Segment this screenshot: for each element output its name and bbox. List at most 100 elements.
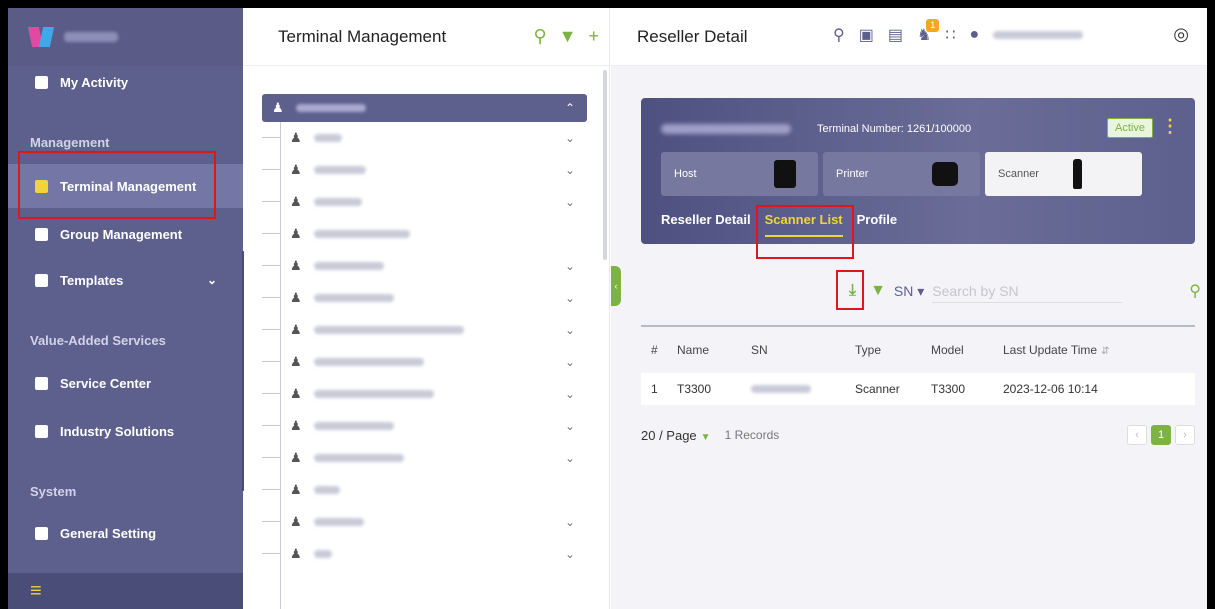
filter-icon[interactable]: ▼ [559, 26, 577, 47]
brand-logo-icon [27, 25, 55, 49]
sort-icon[interactable]: ⇵ [1101, 346, 1109, 357]
tree-node[interactable]: ♟ ⌄ [262, 506, 587, 538]
tree-node[interactable]: ♟ ⌄ [262, 250, 587, 282]
page-number[interactable]: 1 [1151, 425, 1171, 445]
page-size-select[interactable]: 20 / Page ▼ [641, 428, 711, 443]
user-group-icon: ♟ [290, 226, 302, 241]
table-row[interactable]: 1 T3300 Scanner T3300 2023-12-06 10:14 [641, 373, 1195, 405]
sidebar-item-terminal-management[interactable]: Terminal Management [8, 164, 243, 208]
chevron-down-icon[interactable]: ⌄ [565, 451, 575, 465]
redacted-name [313, 294, 394, 302]
device-host[interactable]: Host [661, 152, 818, 196]
apps-grid-icon[interactable]: ∷ [945, 25, 955, 45]
user-group-icon: ♟ [290, 418, 302, 433]
tree-node[interactable]: ♟ ⌄ [262, 410, 587, 442]
sidebar-item-service-center[interactable]: Service Center [8, 361, 243, 405]
add-icon[interactable]: + [588, 26, 599, 47]
reseller-card: Terminal Number: 1261/100000 Active ⋮ Ho… [641, 98, 1195, 244]
chevron-down-icon[interactable]: ⌄ [565, 387, 575, 401]
filter-icon[interactable]: ▼ [870, 282, 886, 300]
tree-node[interactable]: ♟ ⌄ [262, 282, 587, 314]
redacted-sn [751, 385, 811, 393]
device-label: Host [674, 168, 697, 180]
user-icon[interactable]: ● [970, 26, 980, 44]
cell-num: 1 [651, 382, 658, 396]
chevron-down-icon[interactable]: ⌄ [565, 419, 575, 433]
tree-node[interactable]: ♟ ⌄ [262, 538, 587, 570]
device-icon[interactable]: ▣ [859, 25, 874, 45]
tree-node[interactable]: ♟ ⌄ [262, 346, 587, 378]
tab-profile[interactable]: Profile [857, 212, 897, 237]
chevron-up-icon[interactable]: ⌃ [565, 101, 575, 115]
user-group-icon: ♟ [290, 290, 302, 305]
search-icon[interactable]: ⚲ [833, 25, 845, 45]
chevron-down-icon[interactable]: ⌄ [565, 515, 575, 529]
redacted-name [313, 262, 384, 270]
sidebar-item-label: Group Management [60, 226, 183, 242]
chevron-down-icon[interactable]: ⌄ [565, 355, 575, 369]
sidebar-item-templates[interactable]: Templates ⌄ [8, 258, 243, 302]
more-vertical-icon[interactable]: ⋮ [1161, 116, 1179, 137]
device-label: Scanner [998, 168, 1039, 180]
hamburger-icon[interactable]: ≡ [30, 580, 42, 603]
download-icon[interactable]: ⤓ [849, 282, 856, 300]
column-header-sortable[interactable]: Last Update Time ⇵ [1003, 343, 1195, 357]
redacted-name [313, 134, 342, 142]
tree-node[interactable]: ♟ ⌄ [262, 186, 587, 218]
tree-node[interactable]: ♟ ⌄ [262, 314, 587, 346]
chevron-down-icon[interactable]: ⌄ [565, 323, 575, 337]
tree-node[interactable]: ♟ ⌄ [262, 154, 587, 186]
chevron-down-icon[interactable]: ⌄ [565, 163, 575, 177]
bell-icon[interactable]: ♞ 1 [917, 19, 940, 45]
terminal-number: Terminal Number: 1261/100000 [817, 123, 972, 135]
chevron-down-icon[interactable]: ⌄ [565, 547, 575, 561]
tab-reseller-detail[interactable]: Reseller Detail [661, 212, 751, 237]
tree-node[interactable]: ♟ ⌄ [262, 122, 587, 154]
device-printer[interactable]: Printer [823, 152, 980, 196]
user-group-icon: ♟ [290, 130, 302, 145]
tree-node[interactable]: ♟ ⌄ [262, 442, 587, 474]
tree-root-node[interactable]: ♟ ⌃ [262, 94, 587, 122]
chevron-down-icon[interactable]: ⌄ [565, 291, 575, 305]
sidebar-item-my-activity[interactable]: My Activity [8, 60, 243, 104]
globe-icon[interactable]: ◎ [1173, 24, 1189, 45]
records-count: 1 Records [724, 428, 780, 442]
page-nav: ‹ 1 › [1127, 425, 1195, 445]
sidebar-item-label: General Setting [60, 525, 157, 541]
logo[interactable] [8, 8, 243, 66]
chevron-down-icon[interactable]: ⌄ [565, 131, 575, 145]
search-input[interactable] [932, 279, 1123, 303]
redacted-name [313, 486, 340, 494]
brand-name-redacted [64, 32, 118, 42]
chevron-down-icon[interactable]: ⌄ [565, 195, 575, 209]
document-icon[interactable]: ▤ [888, 25, 903, 45]
tree-node[interactable]: ♟ ⌄ [262, 378, 587, 410]
group-icon [35, 227, 48, 241]
sidebar-collapse[interactable]: ≡ [8, 573, 243, 609]
redacted-name [313, 422, 394, 430]
next-page-icon[interactable]: › [1175, 425, 1195, 445]
clipboard-icon [35, 75, 48, 89]
search-icon[interactable]: ⚲ [1189, 281, 1201, 301]
device-scanner[interactable]: Scanner [985, 152, 1142, 196]
reseller-detail-panel: Reseller Detail ⚲ ▣ ▤ ♞ 1 ∷ ● ◎ Terminal … [611, 8, 1207, 609]
column-header: # [651, 343, 658, 357]
redacted-name [313, 358, 424, 366]
collapse-toggle[interactable]: ‹ [611, 266, 621, 306]
prev-page-icon[interactable]: ‹ [1127, 425, 1147, 445]
sidebar-item-general-setting[interactable]: General Setting [8, 511, 243, 555]
redacted-email[interactable] [993, 31, 1084, 39]
user-group-icon: ♟ [290, 386, 302, 401]
tree-node[interactable]: ♟ [262, 474, 587, 506]
search-icon[interactable]: ⚲ [533, 26, 546, 47]
tree-node[interactable]: ♟ [262, 218, 587, 250]
table-header: # Name SN Type Model Last Update Time ⇵ [641, 325, 1195, 373]
tree-scrollbar[interactable] [603, 70, 607, 260]
search-field-select[interactable]: SN ▾ [894, 283, 924, 300]
column-header: Model [931, 343, 964, 357]
sidebar-item-group-management[interactable]: Group Management [8, 212, 243, 256]
scanner-device-icon [1073, 159, 1082, 189]
chevron-down-icon[interactable]: ⌄ [565, 259, 575, 273]
tab-scanner-list[interactable]: Scanner List [764, 212, 843, 237]
sidebar-item-industry-solutions[interactable]: Industry Solutions [8, 409, 243, 453]
